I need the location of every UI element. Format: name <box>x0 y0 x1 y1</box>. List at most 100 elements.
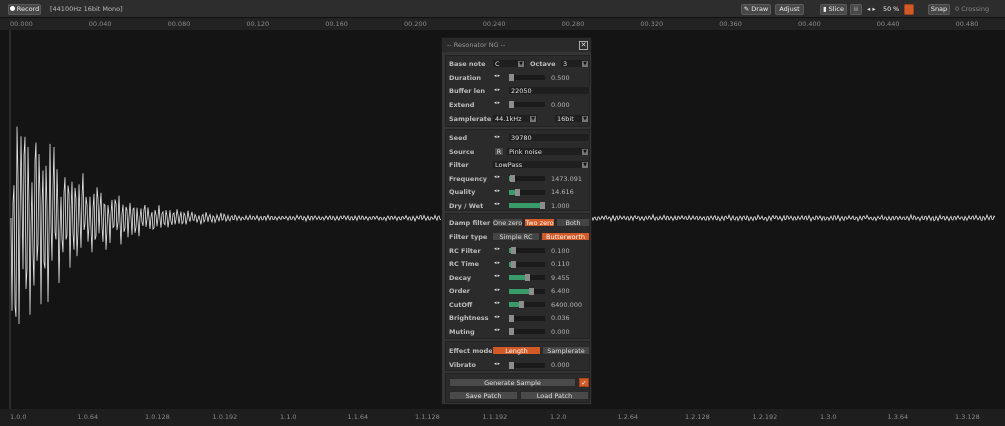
seed-field[interactable]: 39780 <box>508 133 590 142</box>
frequency-slider[interactable] <box>509 175 545 182</box>
adjust-button[interactable]: Adjust <box>775 4 804 15</box>
section-source: Seed ◂▸ 39780 Source R Pink noise ▼ Filte… <box>445 129 590 211</box>
filter-label: Filter <box>449 161 469 169</box>
cutoff-slider[interactable] <box>509 301 545 308</box>
filter-type-simple-rc[interactable]: Simple RC <box>492 232 540 241</box>
base-note-value: C <box>495 60 500 68</box>
draw-label: Draw <box>751 5 769 13</box>
order-label: Order <box>449 287 470 295</box>
damp-option-one-zero[interactable]: One zero <box>492 218 523 227</box>
cutoff-label: CutOff <box>449 301 473 309</box>
frequency-stepper[interactable]: ◂▸ <box>494 173 507 182</box>
chevron-down-icon: ▼ <box>530 116 536 122</box>
grid-icon[interactable]: ⁞⁞ <box>850 4 862 15</box>
muting-slider[interactable] <box>509 328 545 335</box>
zoom-value: 50 <box>883 5 892 13</box>
brightness-slider[interactable] <box>509 315 545 322</box>
octave-select[interactable]: 3 ▼ <box>560 59 590 68</box>
beat-ruler-tick: 1.3.128 <box>955 413 980 421</box>
damp-filter-label: Damp filter <box>449 219 491 227</box>
duration-slider[interactable] <box>509 74 545 81</box>
source-randomize-button[interactable]: R <box>494 147 504 156</box>
vibrato-stepper[interactable]: ◂▸ <box>494 360 507 369</box>
draw-button[interactable]: ✎ Draw <box>741 4 771 15</box>
time-ruler-tick: 00.120 <box>246 20 270 28</box>
bitdepth-select[interactable]: 16bit ▼ <box>554 114 590 123</box>
seed-stepper[interactable]: ◂▸ <box>494 133 507 142</box>
rc-time-value: 0.110 <box>551 260 570 268</box>
time-ruler-tick: 00.000 <box>10 20 33 28</box>
buffer-len-field[interactable]: 22050 <box>508 86 590 95</box>
chevron-down-icon: ▼ <box>582 116 588 122</box>
samplerate-value: 44.1kHz <box>495 115 522 123</box>
decay-stepper[interactable]: ◂▸ <box>494 272 507 281</box>
generate-sample-button[interactable]: Generate Sample <box>449 378 576 387</box>
damp-option-two-zero[interactable]: Two zero <box>524 218 555 227</box>
time-ruler-tick: 00.080 <box>167 20 191 28</box>
order-stepper[interactable]: ◂▸ <box>494 286 507 295</box>
quality-value: 14.616 <box>551 188 574 196</box>
extend-slider[interactable] <box>509 101 545 108</box>
frequency-value: 1473.091 <box>551 175 583 183</box>
rc-time-slider[interactable] <box>509 261 545 268</box>
cutoff-value: 6400.000 <box>551 301 583 309</box>
decay-value: 9.455 <box>551 274 570 282</box>
samplerate-select[interactable]: 44.1kHz ▼ <box>492 114 538 123</box>
buffer-len-label: Buffer len <box>449 87 485 95</box>
vibrato-slider[interactable] <box>509 362 545 369</box>
vibrato-label: Vibrato <box>449 361 476 369</box>
quality-slider[interactable] <box>509 189 545 196</box>
time-ruler-tick: 00.040 <box>88 20 112 28</box>
load-patch-button[interactable]: Load Patch <box>520 391 589 400</box>
extend-stepper[interactable]: ◂▸ <box>494 99 507 108</box>
section-actions: Generate Sample ✓ Save Patch Load Patch <box>445 373 590 403</box>
base-note-select[interactable]: C ▼ <box>492 59 526 68</box>
frequency-label: Frequency <box>449 175 488 183</box>
record-color-swatch[interactable] <box>904 4 914 15</box>
octave-label: Octave <box>530 60 556 68</box>
save-patch-button[interactable]: Save Patch <box>449 391 518 400</box>
effect-mode-samplerate[interactable]: Samplerate <box>542 346 590 355</box>
filter-select[interactable]: LowPass ▼ <box>492 160 590 169</box>
record-icon <box>9 6 15 11</box>
section-damp: Damp filter One zero Two zero Both Filte… <box>445 213 590 339</box>
samplerate-label: Samplerate <box>449 115 492 123</box>
cutoff-stepper[interactable]: ◂▸ <box>494 299 507 308</box>
beat-ruler-tick: 1.2.192 <box>752 413 778 421</box>
beat-ruler-tick: 1.1.192 <box>482 413 508 421</box>
rc-filter-slider[interactable] <box>509 247 545 254</box>
rc-filter-stepper[interactable]: ◂▸ <box>494 245 507 254</box>
zoom-stepper[interactable]: ◂ ▸ <box>867 5 876 13</box>
chevron-down-icon: ▼ <box>518 61 524 67</box>
damp-option-both[interactable]: Both <box>556 218 590 227</box>
drywet-label: Dry / Wet <box>449 202 484 210</box>
snap-mode[interactable]: 0 Crossing <box>955 5 989 13</box>
close-icon[interactable]: ✕ <box>579 41 588 50</box>
beat-ruler-tick: 1.2.64 <box>617 413 639 421</box>
decay-slider[interactable] <box>509 274 545 281</box>
auto-generate-checkbox[interactable]: ✓ <box>579 378 589 387</box>
filter-type-butterworth[interactable]: Butterworth <box>541 232 590 241</box>
snap-button[interactable]: Snap <box>928 4 950 15</box>
slice-button[interactable]: ▮ Slice <box>820 4 847 15</box>
muting-stepper[interactable]: ◂▸ <box>494 326 507 335</box>
rc-time-stepper[interactable]: ◂▸ <box>494 259 507 268</box>
rc-filter-value: 0.100 <box>551 247 570 255</box>
quality-stepper[interactable]: ◂▸ <box>494 187 507 196</box>
beat-ruler[interactable]: 1.0.0 1.0.64 1.0.128 1.0.192 1.1.0 1.1.64 1.1.… <box>0 409 1005 426</box>
beat-ruler-tick: 1.1.128 <box>415 413 440 421</box>
pencil-icon: ✎ <box>743 5 750 13</box>
drywet-stepper[interactable]: ◂▸ <box>494 200 507 209</box>
section-base: Base note C ▼ Octave 3 ▼ Duration ◂▸ 0.500… <box>445 55 590 127</box>
buffer-len-stepper[interactable]: ◂▸ <box>494 86 507 95</box>
effect-mode-length[interactable]: Length <box>492 346 541 355</box>
drywet-slider[interactable] <box>509 202 545 209</box>
brightness-stepper[interactable]: ◂▸ <box>494 313 507 322</box>
record-button[interactable]: Record <box>8 4 41 15</box>
duration-stepper[interactable]: ◂▸ <box>494 72 507 81</box>
slice-label: Slice <box>828 5 844 13</box>
time-ruler[interactable]: 00.000 00.040 00.080 00.120 00.160 00.200 00.2… <box>0 18 1005 30</box>
beat-ruler-tick: 1.2.128 <box>685 413 710 421</box>
order-slider[interactable] <box>509 288 545 295</box>
source-select[interactable]: Pink noise ▼ <box>506 147 590 156</box>
